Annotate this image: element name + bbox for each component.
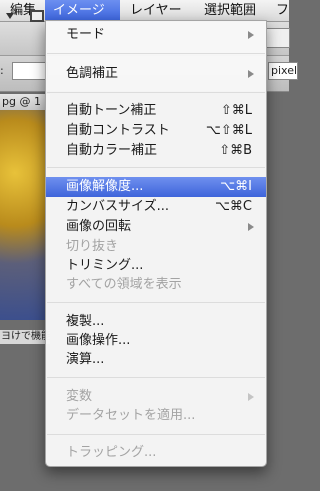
menu-item-label: 切り抜き: [66, 239, 119, 254]
resolution-unit-field[interactable]: pixels/inch: [268, 62, 298, 80]
menu-item-label: モード: [66, 27, 106, 42]
tool-mode-icon[interactable]: [30, 10, 44, 22]
width-field[interactable]: [12, 62, 48, 80]
menu-item-auto-color[interactable]: 自動カラー補正 ⇧⌘B: [46, 141, 266, 161]
menu-item-image-size[interactable]: 画像解像度... ⌥⌘I: [46, 177, 266, 197]
menu-separator: [47, 53, 265, 54]
menu-item-canvas-size[interactable]: カンバスサイズ... ⌥⌘C: [46, 197, 266, 217]
menu-item-label: トラッピング...: [66, 445, 157, 460]
menu-item-apply-image[interactable]: 画像操作...: [46, 331, 266, 351]
menu-item-label: データセットを適用...: [66, 408, 196, 423]
tool-preset-dropdown-icon[interactable]: [6, 13, 14, 19]
menu-item-label: 演算...: [66, 352, 105, 367]
menu-item-label: 自動カラー補正: [66, 143, 158, 158]
menu-item-duplicate[interactable]: 複製...: [46, 312, 266, 332]
menu-item-variables: 変数: [46, 387, 266, 407]
image-menu-dropdown: モード 色調補正 自動トーン補正 ⇧⌘L 自動コントラスト ⌥⇧⌘L 自動カラー…: [45, 20, 267, 467]
menu-item-image-rotation[interactable]: 画像の回転: [46, 217, 266, 237]
menu-item-calculations[interactable]: 演算...: [46, 350, 266, 370]
menu-item-auto-contrast[interactable]: 自動コントラスト ⌥⇧⌘L: [46, 121, 266, 141]
menu-item-label: 画像の回転: [66, 219, 132, 234]
menu-item-shortcut: ⌥⌘C: [214, 199, 252, 214]
menu-item-trim[interactable]: トリミング...: [46, 256, 266, 276]
menu-item-auto-tone[interactable]: 自動トーン補正 ⇧⌘L: [46, 101, 266, 121]
menu-item-label: 自動トーン補正: [66, 103, 157, 118]
submenu-arrow-icon: [248, 223, 254, 231]
toolbar-colon-label: :: [0, 64, 4, 77]
menu-item-label: 画像操作...: [66, 333, 131, 348]
menu-item-shortcut: ⌥⇧⌘L: [205, 123, 252, 138]
menu-item-label: 色調補正: [66, 66, 119, 81]
menu-item-label: 自動コントラスト: [66, 123, 170, 138]
menu-item-shortcut: ⇧⌘B: [219, 143, 252, 158]
menu-separator: [47, 92, 265, 93]
menu-item-label: 変数: [66, 389, 93, 404]
menu-item-reveal-all: すべての領域を表示: [46, 275, 266, 295]
menu-item-shortcut: ⌥⌘I: [220, 179, 252, 194]
menu-item-label: カンバスサイズ...: [66, 199, 170, 214]
toolbar-right-button[interactable]: [266, 28, 290, 48]
submenu-arrow-icon: [248, 393, 254, 401]
menu-item-crop: 切り抜き: [46, 237, 266, 257]
submenu-arrow-icon: [248, 70, 254, 78]
menu-filter[interactable]: フ: [268, 0, 297, 22]
menu-item-label: すべての領域を表示: [66, 277, 182, 292]
document-canvas[interactable]: [0, 110, 50, 320]
menu-item-trapping: トラッピング...: [46, 443, 266, 463]
menu-separator: [47, 377, 265, 378]
document-status: ヨけで機能: [0, 330, 50, 344]
menu-item-label: トリミング...: [66, 258, 144, 273]
menu-image[interactable]: イメージ: [45, 0, 120, 22]
menu-item-mode[interactable]: モード: [46, 25, 266, 45]
menu-item-apply-data-set: データセットを適用...: [46, 406, 266, 426]
menu-separator: [47, 167, 265, 168]
menu-separator: [47, 302, 265, 303]
menu-item-label: 画像解像度...: [66, 179, 144, 194]
menu-select[interactable]: 選択範囲: [196, 0, 264, 22]
menu-item-shortcut: ⇧⌘L: [220, 103, 252, 118]
menu-separator: [47, 434, 265, 435]
submenu-arrow-icon: [248, 31, 254, 39]
menu-item-adjustments[interactable]: 色調補正: [46, 64, 266, 84]
menu-item-label: 複製...: [66, 314, 105, 329]
document-tab[interactable]: pg @ 1: [0, 94, 50, 110]
menu-layer[interactable]: レイヤー: [122, 0, 190, 22]
